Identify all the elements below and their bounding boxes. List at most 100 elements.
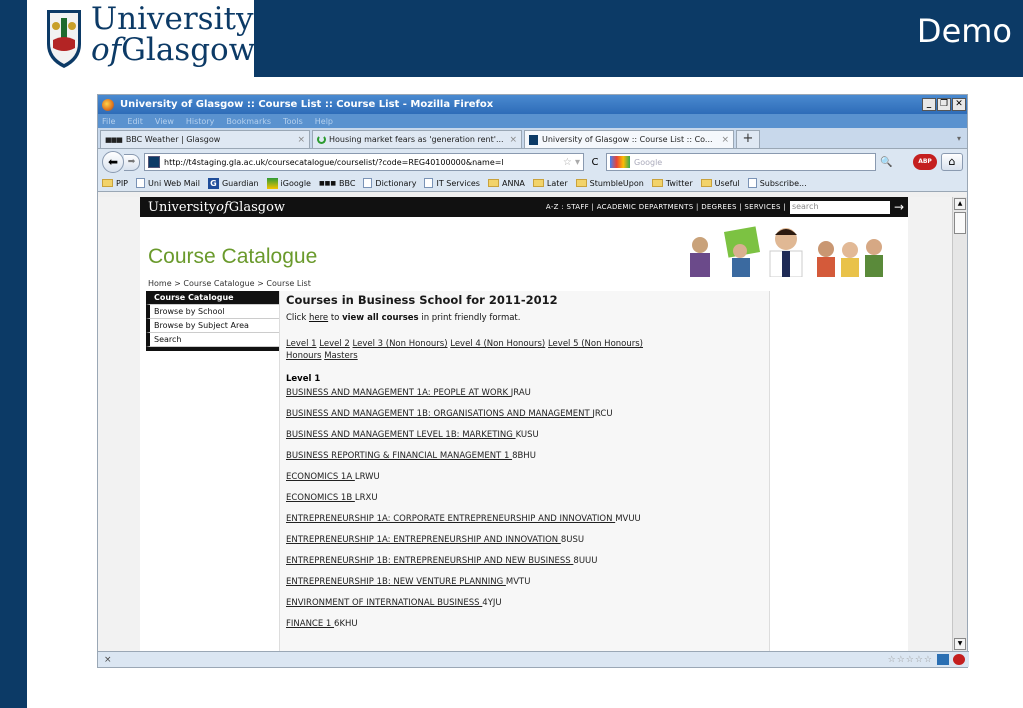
page-icon: [136, 178, 146, 188]
address-bar[interactable]: http://t4staging.gla.ac.uk/coursecatalog…: [144, 153, 584, 171]
bookmark-bbc[interactable]: ■■■ BBC: [319, 179, 355, 188]
bookmark-twitter[interactable]: Twitter: [651, 179, 693, 188]
course-link[interactable]: ENVIRONMENT OF INTERNATIONAL BUSINESS: [286, 598, 482, 608]
new-tab-button[interactable]: +: [736, 130, 760, 148]
nav-browse-by-school[interactable]: Browse by School: [146, 305, 279, 319]
nav-course-catalogue[interactable]: Course Catalogue: [146, 291, 279, 305]
bookmark-anna[interactable]: ANNA: [487, 179, 525, 188]
tab-list-chevron-icon[interactable]: ▾: [957, 134, 961, 143]
rating-stars[interactable]: ☆☆☆☆☆: [888, 655, 933, 665]
nav-search[interactable]: Search: [146, 333, 279, 347]
tab-bbc-weather[interactable]: ■■■ BBC Weather | Glasgow ×: [100, 130, 310, 148]
close-tab-icon[interactable]: ×: [293, 135, 305, 145]
addon-icon[interactable]: [937, 654, 949, 665]
bookmark-guardian[interactable]: G Guardian: [207, 177, 259, 189]
course-link[interactable]: BUSINESS REPORTING & FINANCIAL MANAGEMEN…: [286, 451, 512, 461]
folder-icon: [487, 179, 499, 187]
back-button[interactable]: ⬅: [102, 151, 124, 173]
bookmark-pip[interactable]: PIP: [102, 179, 128, 188]
menu-history[interactable]: History: [186, 117, 214, 126]
close-tab-icon[interactable]: ×: [505, 135, 517, 145]
url-text: http://t4staging.gla.ac.uk/coursecatalog…: [164, 157, 504, 167]
restore-button[interactable]: ❐: [937, 98, 951, 111]
search-placeholder: Google: [634, 157, 663, 167]
adblock-icon[interactable]: ABP: [913, 154, 937, 170]
level-5-link[interactable]: Level 5 (Non Honours): [548, 339, 643, 349]
adblock-status-icon[interactable]: [953, 654, 965, 665]
intro-bold: view all courses: [342, 313, 419, 323]
bookmark-it-services[interactable]: IT Services: [424, 178, 480, 188]
course-link[interactable]: ENTREPRENEURSHIP 1B: ENTREPRENEURSHIP AN…: [286, 556, 573, 566]
honours-link[interactable]: Honours: [286, 351, 322, 361]
main-content: Courses in Business School for 2011-2012…: [280, 291, 770, 651]
scroll-down-icon[interactable]: ▼: [954, 638, 966, 650]
course-link[interactable]: ENTREPRENEURSHIP 1A: CORPORATE ENTREPREN…: [286, 514, 615, 524]
bookmark-star-icon[interactable]: ☆ ▾: [563, 157, 580, 168]
menu-edit[interactable]: Edit: [127, 117, 143, 126]
search-arrow-icon[interactable]: →: [894, 200, 904, 214]
slide-title: Demo: [916, 12, 1012, 50]
site-top-bar: UniversityofGlasgow A-Z : STAFF | ACADEM…: [140, 197, 908, 217]
level-3-link[interactable]: Level 3 (Non Honours): [353, 339, 448, 349]
bookmark-igoogle[interactable]: iGoogle: [266, 177, 311, 189]
menu-bookmarks[interactable]: Bookmarks: [226, 117, 271, 126]
course-link[interactable]: ENTREPRENEURSHIP 1A: ENTREPRENEURSHIP AN…: [286, 535, 561, 545]
site-logo-university: University: [148, 199, 217, 215]
menu-help[interactable]: Help: [315, 117, 333, 126]
course-link[interactable]: BUSINESS AND MANAGEMENT LEVEL 1B: MARKET…: [286, 430, 516, 440]
course-item: BUSINESS AND MANAGEMENT 1B: ORGANISATION…: [286, 407, 763, 428]
bookmark-stumbleupon[interactable]: StumbleUpon: [575, 179, 644, 188]
site-top-links[interactable]: A-Z : STAFF | ACADEMIC DEPARTMENTS | DEG…: [546, 203, 786, 211]
bookmark-later[interactable]: Later: [532, 179, 568, 188]
page-icon: [363, 178, 373, 188]
bookmark-useful[interactable]: Useful: [700, 179, 740, 188]
tab-course-list[interactable]: University of Glasgow :: Course List :: …: [524, 130, 734, 148]
course-code: 6KHU: [334, 619, 358, 629]
vertical-scrollbar[interactable]: ▲ ▼: [952, 197, 967, 651]
site-logo[interactable]: UniversityofGlasgow: [148, 200, 285, 215]
home-button[interactable]: ⌂: [941, 153, 963, 171]
site-search-input[interactable]: search: [789, 200, 890, 214]
logo-glasgow: Glasgow: [121, 32, 256, 68]
menu-file[interactable]: File: [102, 117, 115, 126]
course-link[interactable]: ECONOMICS 1A: [286, 472, 355, 482]
tab-housing-market[interactable]: Housing market fears as 'generation rent…: [312, 130, 522, 148]
page-icon: [747, 178, 757, 188]
close-window-button[interactable]: ✕: [952, 98, 966, 111]
minimize-button[interactable]: _: [922, 98, 936, 111]
level-1-link[interactable]: Level 1: [286, 339, 317, 349]
course-link[interactable]: ECONOMICS 1B: [286, 493, 355, 503]
bbc-icon: ■■■: [105, 135, 123, 144]
scroll-up-icon[interactable]: ▲: [954, 198, 966, 210]
site-identity-icon[interactable]: [148, 156, 160, 168]
menu-view[interactable]: View: [155, 117, 174, 126]
close-tab-icon[interactable]: ×: [717, 135, 729, 145]
course-item: BUSINESS AND MANAGEMENT 1A: PEOPLE AT WO…: [286, 386, 763, 407]
scroll-thumb[interactable]: [954, 212, 966, 234]
bookmark-dictionary[interactable]: Dictionary: [363, 178, 416, 188]
masters-link[interactable]: Masters: [324, 351, 357, 361]
forward-button[interactable]: ➡: [124, 153, 140, 171]
bookmark-uni-web-mail[interactable]: Uni Web Mail: [136, 178, 200, 188]
course-link[interactable]: FINANCE 1: [286, 619, 334, 629]
course-link[interactable]: ENTREPRENEURSHIP 1B: NEW VENTURE PLANNIN…: [286, 577, 506, 587]
course-code: JRAU: [510, 388, 531, 398]
search-icon[interactable]: 🔍: [880, 157, 892, 168]
bookmark-label: Dictionary: [375, 178, 417, 188]
logo-line-2: ofGlasgow: [91, 35, 255, 66]
google-icon[interactable]: [610, 156, 630, 168]
level-links: Level 1 Level 2 Level 3 (Non Honours) Le…: [286, 338, 763, 362]
nav-browse-by-subject-area[interactable]: Browse by Subject Area: [146, 319, 279, 333]
print-friendly-link[interactable]: here: [309, 313, 328, 323]
bookmark-subscribe[interactable]: Subscribe...: [747, 178, 807, 188]
breadcrumb[interactable]: Home > Course Catalogue > Course List: [140, 277, 908, 291]
reload-icon[interactable]: C: [588, 157, 602, 168]
search-box[interactable]: Google: [606, 153, 876, 171]
close-status-icon[interactable]: ×: [104, 655, 112, 665]
level-4-link[interactable]: Level 4 (Non Honours): [450, 339, 545, 349]
level-2-link[interactable]: Level 2: [319, 339, 350, 349]
course-link[interactable]: BUSINESS AND MANAGEMENT 1B: ORGANISATION…: [286, 409, 592, 419]
menu-tools[interactable]: Tools: [283, 117, 303, 126]
logo-line-1: University: [91, 1, 254, 37]
course-link[interactable]: BUSINESS AND MANAGEMENT 1A: PEOPLE AT WO…: [286, 388, 511, 398]
